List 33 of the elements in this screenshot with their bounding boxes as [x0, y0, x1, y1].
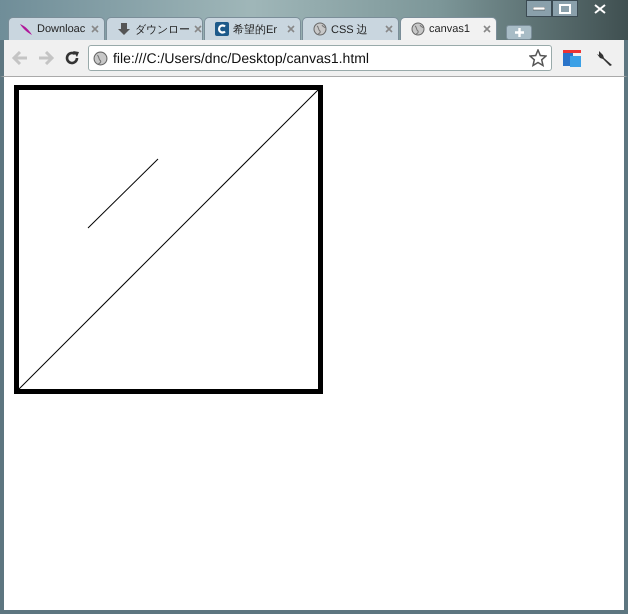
- star-icon[interactable]: [529, 49, 547, 67]
- browser-tab[interactable]: Downloac: [8, 17, 105, 40]
- globe-icon: [93, 50, 108, 66]
- plus-icon: [514, 28, 524, 37]
- tab-title: canvas1: [429, 23, 471, 35]
- translate-icon[interactable]: [562, 48, 582, 68]
- browser-tab[interactable]: 希望的Er: [204, 17, 301, 40]
- globe-icon: [411, 22, 425, 36]
- tab-close-icon[interactable]: [194, 25, 202, 33]
- download-icon: [117, 22, 131, 36]
- new-tab-button[interactable]: [506, 25, 532, 40]
- tab-close-icon[interactable]: [91, 25, 99, 33]
- maximize-button[interactable]: [552, 0, 578, 17]
- browser-tab[interactable]: CSS 边: [302, 17, 399, 40]
- url-text: file:///C:/Users/dnc/Desktop/canvas1.html: [113, 50, 370, 66]
- tab-close-icon[interactable]: [287, 25, 295, 33]
- address-bar[interactable]: file:///C:/Users/dnc/Desktop/canvas1.html: [88, 45, 552, 71]
- browser-tab[interactable]: canvas1: [400, 17, 497, 40]
- tab-title: Downloac: [37, 23, 86, 35]
- c-logo-icon: [215, 22, 229, 36]
- minimize-button[interactable]: [526, 0, 552, 17]
- globe-icon: [313, 22, 327, 36]
- minimize-icon: [533, 6, 545, 10]
- tab-close-icon[interactable]: [483, 25, 491, 33]
- tab-close-icon[interactable]: [385, 25, 393, 33]
- browser-tab[interactable]: ダウンロー: [106, 17, 203, 40]
- maximize-icon: [559, 4, 571, 14]
- tab-title: 希望的Er: [233, 22, 278, 36]
- tab-title: ダウンロー: [135, 22, 190, 36]
- tab-title: CSS 边: [331, 22, 369, 36]
- feather-icon: [19, 22, 33, 36]
- close-icon: [594, 4, 606, 14]
- wrench-icon[interactable]: [596, 49, 614, 67]
